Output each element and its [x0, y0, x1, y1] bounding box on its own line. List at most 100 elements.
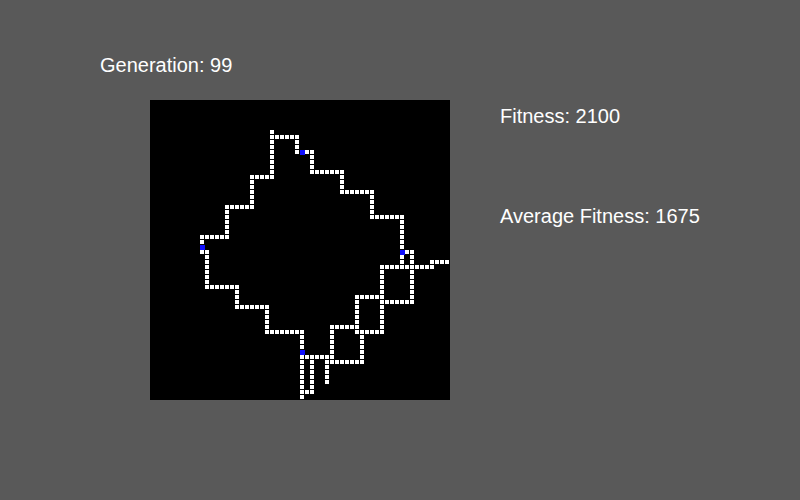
trail-cell	[300, 355, 304, 359]
trail-cell	[410, 265, 414, 269]
trail-cell	[340, 185, 344, 189]
trail-cell	[410, 275, 414, 279]
trail-cell	[400, 260, 404, 264]
trail-cell	[300, 365, 304, 369]
trail-cell	[310, 370, 314, 374]
trail-cell	[205, 260, 209, 264]
trail-cell	[310, 170, 314, 174]
trail-cell	[280, 135, 284, 139]
trail-cell	[225, 220, 229, 224]
trail-cell	[400, 215, 404, 219]
trail-cell	[300, 335, 304, 339]
trail-cell	[310, 150, 314, 154]
trail-cell	[325, 365, 329, 369]
trail-cell	[410, 255, 414, 259]
trail-cell	[365, 295, 369, 299]
trail-cell	[270, 130, 274, 134]
food-cell	[400, 250, 405, 255]
trail-cell	[270, 165, 274, 169]
trail-cell	[280, 330, 284, 334]
trail-cell	[360, 340, 364, 344]
trail-cell	[225, 235, 229, 239]
trail-cell	[300, 390, 304, 394]
trail-cell	[380, 285, 384, 289]
trail-cell	[380, 305, 384, 309]
trail-cell	[310, 375, 314, 379]
trail-cell	[205, 275, 209, 279]
trail-cell	[310, 385, 314, 389]
trail-cell	[300, 360, 304, 364]
trail-cell	[440, 260, 444, 264]
trail-cell	[420, 265, 424, 269]
trail-cell	[330, 355, 334, 359]
trail-cell	[355, 315, 359, 319]
trail-cell	[225, 225, 229, 229]
trail-cell	[235, 285, 239, 289]
trail-cell	[380, 215, 384, 219]
trail-cell	[250, 190, 254, 194]
trail-cell	[325, 360, 329, 364]
trail-cell	[270, 145, 274, 149]
trail-cell	[335, 170, 339, 174]
trail-cell	[350, 360, 354, 364]
trail-cell	[300, 375, 304, 379]
trail-cell	[235, 305, 239, 309]
trail-cell	[235, 295, 239, 299]
trail-cell	[260, 305, 264, 309]
trail-cell	[435, 260, 439, 264]
stat-label: Fitness: 2100	[500, 103, 700, 129]
trail-cell	[310, 360, 314, 364]
trail-cell	[415, 265, 419, 269]
trail-cell	[400, 235, 404, 239]
trail-cell	[400, 245, 404, 249]
trail-cell	[295, 135, 299, 139]
food-cell	[200, 245, 205, 250]
trail-cell	[265, 325, 269, 329]
trail-cell	[265, 305, 269, 309]
trail-cell	[310, 380, 314, 384]
trail-cell	[375, 330, 379, 334]
trail-cell	[380, 295, 384, 299]
trail-cell	[380, 275, 384, 279]
trail-cell	[205, 235, 209, 239]
trail-cell	[345, 360, 349, 364]
trail-cell	[330, 340, 334, 344]
trail-cell	[305, 390, 309, 394]
trail-cell	[330, 170, 334, 174]
trail-cell	[330, 330, 334, 334]
trail-cell	[270, 175, 274, 179]
trail-cell	[225, 210, 229, 214]
trail-cell	[235, 290, 239, 294]
trail-cell	[400, 265, 404, 269]
trail-cell	[355, 330, 359, 334]
trail-cell	[265, 175, 269, 179]
trail-cell	[275, 135, 279, 139]
trail-cell	[250, 205, 254, 209]
food-cell	[300, 150, 305, 155]
trail-cell	[410, 295, 414, 299]
trail-cell	[270, 170, 274, 174]
trail-cell	[295, 145, 299, 149]
trail-cell	[325, 355, 329, 359]
trail-cell	[265, 310, 269, 314]
trail-cell	[240, 305, 244, 309]
trail-cell	[390, 215, 394, 219]
trail-cell	[330, 335, 334, 339]
trail-cell	[360, 330, 364, 334]
trail-cell	[295, 330, 299, 334]
trail-cell	[340, 360, 344, 364]
trail-cell	[325, 370, 329, 374]
trail-cell	[300, 345, 304, 349]
trail-cell	[355, 360, 359, 364]
trail-cell	[360, 345, 364, 349]
trail-cell	[350, 190, 354, 194]
trail-cell	[310, 165, 314, 169]
trail-cell	[345, 190, 349, 194]
trail-cell	[310, 365, 314, 369]
trail-cell	[210, 285, 214, 289]
trail-cell	[205, 250, 209, 254]
trail-cell	[315, 355, 319, 359]
trail-cell	[225, 230, 229, 234]
trail-cell	[360, 295, 364, 299]
trail-cell	[445, 260, 449, 264]
